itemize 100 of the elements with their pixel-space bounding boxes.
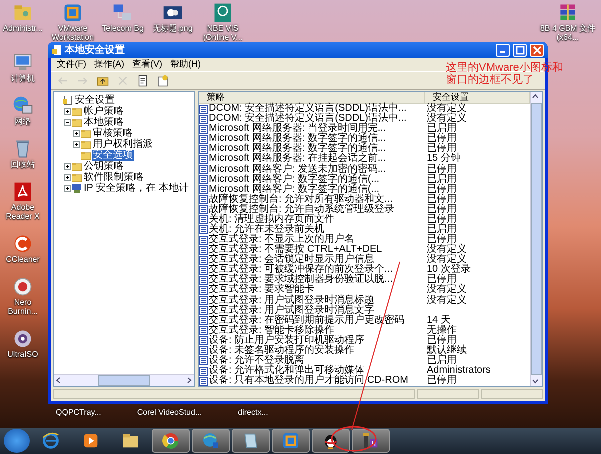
tree-item[interactable]: 审核策略 <box>92 128 134 139</box>
table-cell-text: 已停用 <box>426 184 457 195</box>
globe-icon <box>201 431 221 451</box>
table-cell: 关机: 允许在未登录前关机 <box>209 224 325 235</box>
document-icon <box>63 96 73 105</box>
table-cell: 设备: 只有本地登录的用户才能访问 CD-ROM <box>209 376 408 386</box>
tree-item[interactable]: 软件限制策略 <box>83 172 145 183</box>
table-cell-text: 10 次登录 <box>426 265 471 276</box>
document-icon <box>137 74 149 86</box>
table-cell: 交互式登录: 智能卡移除操作 <box>209 326 335 336</box>
folder-icon <box>72 118 82 127</box>
tree-item[interactable]: 帐户策略 <box>83 106 125 117</box>
expand-icon[interactable] <box>64 174 71 181</box>
table-cell-text: 已停用 <box>426 134 457 144</box>
icon-label: 无标题.png <box>153 24 193 33</box>
scroll-up-icon[interactable] <box>531 92 540 101</box>
icon-label: Administr... <box>3 24 43 33</box>
table-cell: Microsoft 网络服务器: 在挂起会话之前... <box>209 154 386 164</box>
expand-icon[interactable] <box>73 130 80 137</box>
table-cell: 设备: 未签名驱动程序的安装操作 <box>209 346 355 356</box>
maximize-button[interactable] <box>513 44 527 56</box>
network-icon[interactable] <box>12 95 34 117</box>
start-button[interactable] <box>4 429 30 453</box>
app-icon <box>52 45 62 55</box>
table-cell-text: Administrators <box>426 366 491 376</box>
letter-c-icon[interactable] <box>12 233 34 255</box>
maximize-icon <box>516 46 524 54</box>
table-cell: 设备: 允许不登录脱离 <box>209 356 305 366</box>
document-icon[interactable] <box>12 181 34 203</box>
expand-icon[interactable] <box>64 163 71 170</box>
expand-icon[interactable] <box>64 108 71 115</box>
table-cell: 交互式登录: 用户试图登录时消息文字 <box>209 306 375 316</box>
table-cell-text: 已停用 <box>426 336 457 346</box>
tree-item[interactable]: 公钥策略 <box>83 161 125 172</box>
tree-item[interactable]: IP 安全策略，在 本地计 <box>83 183 190 194</box>
minimize-icon <box>500 50 504 54</box>
help-icon <box>157 74 169 86</box>
scroll-down-icon[interactable] <box>531 377 540 386</box>
table-cell: 交互式登录: 要求智能卡 <box>209 285 315 296</box>
icon-label: QQPCTray... <box>56 408 102 417</box>
close-button[interactable] <box>530 44 544 56</box>
taskbar-button[interactable] <box>312 429 350 453</box>
collapse-icon[interactable] <box>64 119 71 126</box>
tree-item[interactable]: 用户权利指派 <box>92 139 154 150</box>
menu-item[interactable]: 文件(F) <box>57 58 86 71</box>
table-cell-text: 已停用 <box>426 376 457 386</box>
table-cell-text: 15 分钟 <box>426 154 461 164</box>
scroll-right-icon[interactable] <box>185 376 194 385</box>
expand-icon[interactable] <box>64 185 71 192</box>
minimize-button[interactable] <box>496 44 510 56</box>
tree-item[interactable]: 本地策略 <box>83 117 125 128</box>
help-button[interactable] <box>155 72 171 88</box>
table-cell-text: 没有定义 <box>426 255 467 266</box>
column-header[interactable]: 策略 <box>199 92 425 103</box>
table-cell: Microsoft 网络客户: 发送未加密的密码... <box>209 164 386 174</box>
icon-label: Corel VideoStud... <box>137 408 202 417</box>
scroll-left-icon[interactable] <box>54 376 63 385</box>
menu-item[interactable]: 查看(V) <box>132 58 162 71</box>
icon-label: 计算机 <box>11 74 35 83</box>
back-arrow-icon <box>57 74 69 86</box>
menu-item[interactable]: 帮助(H) <box>170 58 201 71</box>
table-cell-text: 默认继续 <box>426 346 467 356</box>
annotation-text: 窗口的边框不见了 <box>446 74 535 86</box>
table-cell-text: 已启用 <box>426 124 457 134</box>
table-cell-text: 已停用 <box>426 214 457 225</box>
vertical-scrollbar[interactable] <box>530 92 542 386</box>
icon-label: UltraISO <box>8 350 38 359</box>
menu-item[interactable]: 操作(A) <box>94 58 124 71</box>
horizontal-scrollbar[interactable] <box>54 374 194 386</box>
icon-label: 网络 <box>15 117 31 126</box>
folder-icon <box>81 129 91 138</box>
folder-icon <box>72 162 82 171</box>
table-cell-text: 已停用 <box>426 204 457 215</box>
disc-icon[interactable] <box>12 276 34 298</box>
browser-icon <box>161 431 181 451</box>
forward-arrow-icon <box>77 74 89 86</box>
disc-icon[interactable] <box>12 328 34 350</box>
tree-item[interactable]: 安全选项 <box>92 150 134 161</box>
icon-label: Telecom Bg <box>102 24 144 33</box>
table-cell: Microsoft 网络客户: 数字签字的通信(... <box>209 184 380 195</box>
table-cell-text: 已启用 <box>426 174 457 185</box>
table-cell: 设备: 防止用户安装打印机驱动程序 <box>209 336 365 346</box>
table-cell: 交互式登录: 用户试图登录时消息标题 <box>209 296 375 306</box>
icon-label: directx... <box>238 408 268 417</box>
table-cell-text: 已启用 <box>426 356 457 366</box>
taskbar-button[interactable] <box>232 429 270 453</box>
table-cell: Microsoft 网络客户: 数字签字的通信(... <box>209 174 380 185</box>
folder-icon <box>72 173 82 182</box>
icon-label: CCleaner <box>6 255 40 264</box>
table-cell-text: 已停用 <box>426 164 457 174</box>
icon-label: VMware Workstation <box>50 24 96 42</box>
expand-icon[interactable] <box>73 141 80 148</box>
table-cell-text: 已启用 <box>426 224 457 235</box>
computer-icon <box>72 184 82 193</box>
table-cell: 故障恢复控制台: 允许自动系统管理级登录 <box>209 204 395 215</box>
icon-label: NBE VIS (Online V... <box>202 24 244 42</box>
tree-item[interactable]: 安全设置 <box>74 95 116 106</box>
window-title: 本地安全设置 <box>65 43 126 57</box>
delete-icon <box>117 74 129 86</box>
globe-icon[interactable] <box>212 2 234 24</box>
